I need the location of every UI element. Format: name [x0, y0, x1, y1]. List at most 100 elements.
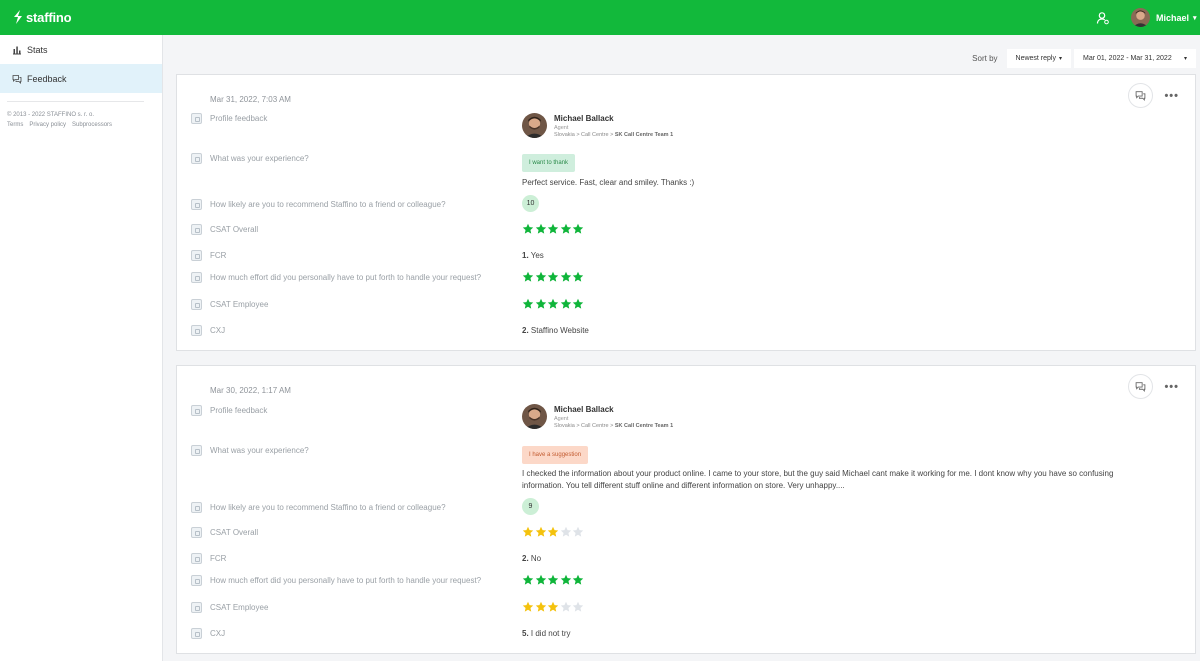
star-icon: [522, 601, 534, 612]
question-profile-feedback: Profile feedback: [191, 405, 267, 416]
question-label: CSAT Employee: [210, 300, 269, 309]
question-label: FCR: [210, 251, 227, 260]
more-options-button[interactable]: •••: [1164, 90, 1179, 101]
star-icon: [547, 271, 559, 282]
question-experience: What was your experience?: [191, 153, 309, 164]
avatar: [1131, 8, 1150, 27]
question-icon: [191, 153, 202, 164]
question-fcr: FCR: [191, 250, 226, 261]
terms-link[interactable]: Terms: [7, 122, 23, 128]
question-recommend: How likely are you to recommend Staffino…: [191, 502, 446, 513]
question-fcr: FCR: [191, 553, 226, 564]
feedback-card: Mar 30, 2022, 1:17 AM ••• Profile feedba…: [176, 365, 1196, 654]
brand-name: staffino: [26, 9, 72, 25]
star-icon: [535, 526, 546, 537]
question-icon: [191, 199, 202, 210]
sidebar-item-stats[interactable]: Stats: [0, 35, 162, 64]
staffino-logo[interactable]: staffino: [12, 9, 72, 25]
question-csat-overall: CSAT Overall: [191, 224, 258, 235]
privacy-policy-link[interactable]: Privacy policy: [29, 122, 66, 128]
footer-links: Terms Privacy policy Subprocessors: [0, 118, 162, 128]
star-icon: [572, 298, 584, 309]
question-icon: [191, 325, 202, 336]
question-icon: [191, 250, 202, 261]
star-icon: [535, 574, 546, 585]
star-icon: [572, 601, 584, 612]
star-rating: [522, 526, 585, 538]
feedback-tag: I want to thank: [522, 154, 576, 172]
star-icon: [522, 574, 534, 585]
user-menu[interactable]: Michael ▾: [1131, 8, 1197, 27]
fcr-answer: 1. Yes: [522, 251, 544, 260]
sidebar-item-label: Stats: [27, 44, 48, 55]
star-icon: [535, 223, 546, 234]
chevron-down-icon: ▾: [1058, 56, 1062, 62]
question-label: How likely are you to recommend Staffino…: [210, 503, 446, 512]
question-icon: [191, 628, 202, 639]
question-label: CXJ: [210, 629, 226, 638]
sort-label: Sort by: [972, 54, 998, 63]
question-csat-overall: CSAT Overall: [191, 527, 258, 538]
question-profile-feedback: Profile feedback: [191, 113, 267, 124]
star-icon: [560, 601, 571, 612]
star-icon: [547, 298, 559, 309]
question-csat-employee: CSAT Employee: [191, 602, 268, 613]
agent-path: Slovakia > Call Centre > SK Call Centre …: [554, 422, 674, 429]
staffino-logo-icon: [14, 10, 22, 24]
sidebar-item-feedback[interactable]: Feedback: [0, 64, 162, 93]
cxj-answer: 2. Staffino Website: [522, 326, 589, 335]
question-label: What was your experience?: [210, 446, 309, 455]
star-icon: [522, 223, 534, 234]
question-effort: How much effort did you personally have …: [191, 272, 481, 283]
date-range-dropdown[interactable]: Mar 01, 2022 - Mar 31, 2022 ▾: [1074, 49, 1196, 68]
star-icon: [522, 526, 534, 537]
user-settings-icon[interactable]: [1096, 11, 1110, 25]
star-icon: [547, 601, 559, 612]
question-cxj: CXJ: [191, 325, 225, 336]
avatar: [522, 113, 547, 138]
star-icon: [535, 271, 546, 282]
agent-path: Slovakia > Call Centre > SK Call Centre …: [554, 131, 674, 138]
question-icon: [191, 575, 202, 586]
question-label: CSAT Overall: [210, 225, 259, 234]
agent-role: Agent: [554, 415, 569, 422]
question-icon: [191, 113, 202, 124]
question-icon: [191, 299, 202, 310]
question-icon: [191, 527, 202, 538]
star-icon: [572, 271, 584, 282]
reply-button[interactable]: [1128, 374, 1154, 399]
question-label: Profile feedback: [210, 406, 268, 415]
nps-score: 9: [522, 498, 539, 515]
agent-info: Michael Ballack Agent Slovakia > Call Ce…: [522, 113, 673, 138]
agent-team: SK Call Centre Team 1: [614, 422, 674, 429]
agent-role: Agent: [554, 124, 569, 131]
question-cxj: CXJ: [191, 628, 225, 639]
question-label: CSAT Employee: [210, 603, 269, 612]
star-icon: [560, 574, 571, 585]
sort-bar: Sort by Newest reply ▾ Mar 01, 2022 - Ma…: [972, 49, 1196, 68]
star-icon: [535, 298, 546, 309]
agent-team: SK Call Centre Team 1: [614, 131, 674, 138]
chat-bubbles-icon: [1136, 91, 1146, 101]
chat-bubbles-icon: [1136, 382, 1146, 392]
question-label: FCR: [210, 554, 227, 563]
star-icon: [560, 271, 571, 282]
sidebar-item-label: Feedback: [27, 73, 67, 84]
question-icon: [191, 224, 202, 235]
reply-button[interactable]: [1128, 83, 1154, 108]
question-recommend: How likely are you to recommend Staffino…: [191, 199, 446, 210]
sort-order-dropdown[interactable]: Newest reply ▾: [1006, 49, 1071, 68]
nps-score: 10: [522, 195, 539, 212]
copyright: © 2013 - 2022 STAFFINO s. r. o.: [7, 112, 95, 118]
star-rating: [522, 298, 585, 310]
subprocessors-link[interactable]: Subprocessors: [72, 122, 112, 128]
user-name: Michael: [1156, 12, 1190, 23]
star-icon: [560, 298, 571, 309]
chevron-down-icon: ▾: [1183, 56, 1187, 62]
feedback-comment: Perfect service. Fast, clear and smiley.…: [522, 178, 695, 187]
question-label: How much effort did you personally have …: [210, 576, 482, 585]
star-icon: [547, 223, 559, 234]
question-icon: [191, 272, 202, 283]
star-rating: [522, 223, 585, 235]
more-options-button[interactable]: •••: [1164, 381, 1179, 392]
